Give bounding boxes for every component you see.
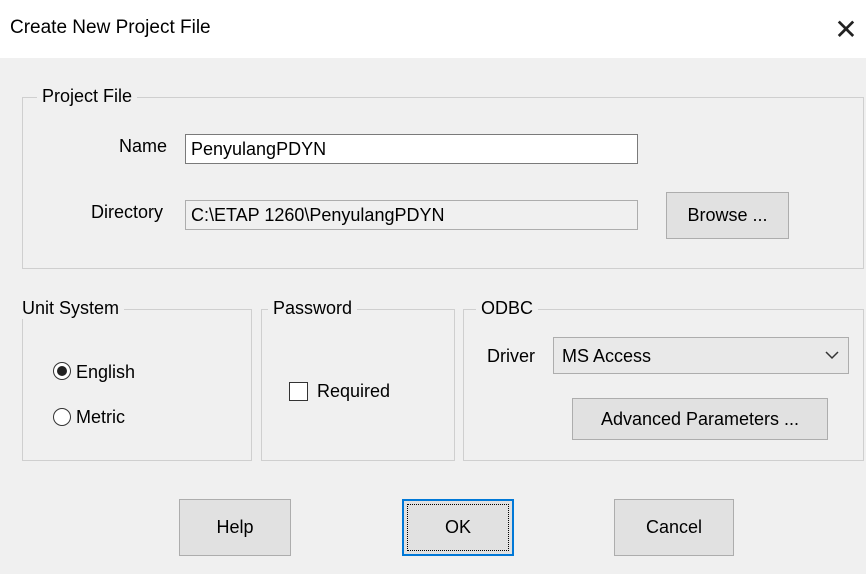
driver-label: Driver xyxy=(487,346,535,366)
driver-dropdown[interactable]: MS Access xyxy=(553,337,849,374)
cancel-button[interactable]: Cancel xyxy=(614,499,734,556)
browse-button[interactable]: Browse ... xyxy=(666,192,789,239)
advanced-parameters-label: Advanced Parameters ... xyxy=(600,409,800,429)
metric-label[interactable]: Metric xyxy=(76,407,125,428)
driver-value: MS Access xyxy=(562,346,652,366)
project-name-input[interactable]: PenyulangPDYN xyxy=(185,134,638,164)
required-checkbox[interactable] xyxy=(289,382,308,401)
cancel-button-label: Cancel xyxy=(645,517,703,537)
unit-system-legend: Unit System xyxy=(17,298,125,319)
unit-system-group: Unit System English Metric xyxy=(17,298,252,461)
dialog-body: Project File Name PenyulangPDYN Director… xyxy=(0,58,866,574)
title-bar: Create New Project File ✕ xyxy=(0,0,866,58)
password-group: Password Required xyxy=(261,298,455,461)
english-radio[interactable] xyxy=(53,362,71,380)
odbc-legend: ODBC xyxy=(476,298,539,319)
directory-label: Directory xyxy=(91,202,164,222)
required-label[interactable]: Required xyxy=(317,381,390,402)
english-label[interactable]: English xyxy=(76,362,135,383)
chevron-down-icon xyxy=(825,351,839,360)
dialog-title: Create New Project File xyxy=(10,17,211,38)
project-file-legend: Project File xyxy=(37,86,138,107)
project-file-group: Project File Name PenyulangPDYN Director… xyxy=(22,86,864,269)
help-button-label: Help xyxy=(216,517,254,537)
odbc-group: ODBC Driver MS Access Advanced Parameter… xyxy=(463,298,864,461)
ok-button-label: OK xyxy=(444,517,471,537)
help-button[interactable]: Help xyxy=(179,499,291,556)
advanced-parameters-button[interactable]: Advanced Parameters ... xyxy=(572,398,828,440)
password-legend: Password xyxy=(268,298,358,319)
metric-radio[interactable] xyxy=(53,408,71,426)
directory-field[interactable]: C:\ETAP 1260\PenyulangPDYN xyxy=(185,200,638,230)
browse-button-label: Browse ... xyxy=(687,205,768,225)
close-icon[interactable]: ✕ xyxy=(828,12,864,48)
ok-button[interactable]: OK xyxy=(402,499,514,556)
name-label: Name xyxy=(119,136,168,156)
